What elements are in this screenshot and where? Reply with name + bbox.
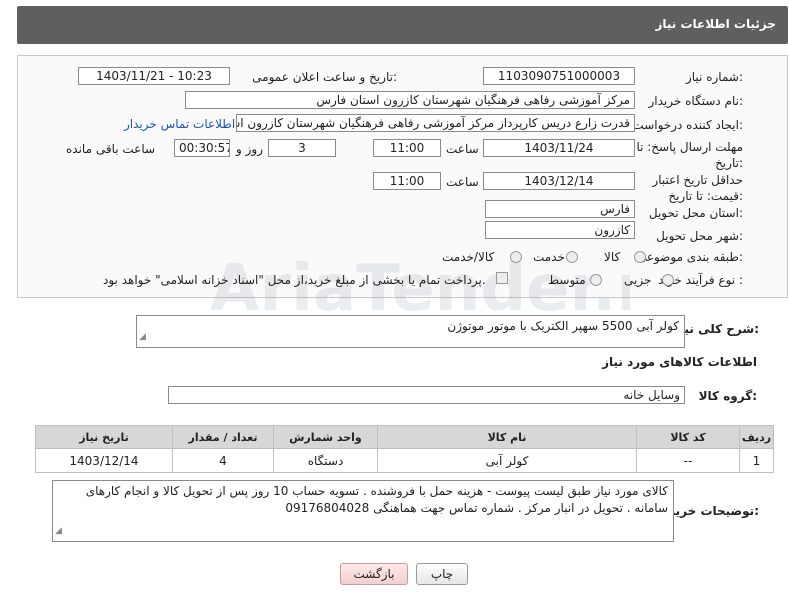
cell-quantity: 4 xyxy=(172,448,274,473)
col-need-date: تاریخ نیاز xyxy=(35,425,173,449)
province-field: فارس xyxy=(485,200,635,218)
cell-row: 1 xyxy=(739,448,774,473)
treasury-payment-note: پرداخت تمام یا بخشی از مبلغ خرید،از محل … xyxy=(103,273,486,287)
reply-time-field: 11:00 xyxy=(373,139,441,157)
goods-group-label: گروه کالا: xyxy=(698,389,757,403)
cell-code: -- xyxy=(636,448,740,473)
requester-field: قدرت زارع دریس کارپرداز مرکز آموزشی رفاه… xyxy=(236,114,635,132)
announce-date-field: 1403/11/21 - 10:23 xyxy=(78,67,230,85)
requester-label: ایجاد کننده درخواست: xyxy=(632,118,743,132)
description-label: شرح کلی نیاز: xyxy=(673,322,759,336)
category-radio-goods-service[interactable] xyxy=(510,251,522,263)
resize-grip-icon[interactable]: ◢ xyxy=(55,523,62,540)
reply-time-label: ساعت xyxy=(446,142,479,156)
process-radio-minor[interactable] xyxy=(662,274,674,286)
cell-unit: دستگاه xyxy=(273,448,378,473)
goods-table: ردیف کد کالا نام کالا واحد شمارش تعداد /… xyxy=(35,425,774,473)
price-validity-label: حداقل تاریخ اعتبار قیمت: تا تاریخ: xyxy=(652,173,743,203)
cell-name: کولر آبی xyxy=(377,448,637,473)
print-button[interactable]: چاپ xyxy=(416,563,468,585)
days-label: روز و xyxy=(236,142,263,156)
buyer-org-label: نام دستگاه خریدار: xyxy=(648,94,744,108)
process-radio-medium[interactable] xyxy=(590,274,602,286)
need-number-label: شماره نیاز: xyxy=(685,70,743,84)
process-option-minor: جزیی xyxy=(624,273,652,287)
need-number-field: 1103090751000003 xyxy=(483,67,635,85)
back-button[interactable]: بازگشت xyxy=(340,563,408,585)
process-option-medium: متوسط xyxy=(548,273,586,287)
col-unit: واحد شمارش xyxy=(273,425,378,449)
category-option-service: خدمت xyxy=(533,250,565,264)
table-row: 1 -- کولر آبی دستگاه 4 1403/12/14 xyxy=(35,448,774,473)
reply-date-field: 1403/11/24 xyxy=(483,139,635,157)
goods-section-title: اطلاعات کالاهای مورد نیاز xyxy=(602,355,757,369)
page-header: جزئیات اطلاعات نیاز xyxy=(17,6,788,44)
city-label: شهر محل تحویل: xyxy=(656,229,743,243)
days-remaining-field: 3 xyxy=(268,139,336,157)
reply-deadline-label: مهلت ارسال پاسخ: تا تاریخ: xyxy=(636,140,743,170)
buyer-notes-text: کالای مورد نیاز طبق لیست پیوست - هزینه ح… xyxy=(85,484,668,515)
col-row: ردیف xyxy=(739,425,774,449)
col-quantity: تعداد / مقدار xyxy=(172,425,274,449)
category-label: طبقه بندی موضوعی: xyxy=(636,250,743,264)
goods-group-field: وسایل خانه xyxy=(168,386,685,404)
price-time-label: ساعت xyxy=(446,175,479,189)
description-text: کولر آبی 5500 سهپر الکتریک با موتور موتو… xyxy=(447,319,679,333)
page-title: جزئیات اطلاعات نیاز xyxy=(655,17,776,31)
remaining-time-field: 00:30:57 xyxy=(174,139,230,157)
category-option-goods: کالا xyxy=(604,250,621,264)
treasury-payment-checkbox[interactable] xyxy=(496,272,508,284)
buyer-org-field: مرکز آموزشی رفاهی فرهنگیان شهرستان کازرو… xyxy=(185,91,635,109)
announce-date-label: تاریخ و ساعت اعلان عمومی: xyxy=(252,70,397,84)
category-option-goods-service: کالا/خدمت xyxy=(442,250,495,264)
col-code: کد کالا xyxy=(636,425,740,449)
cell-need-date: 1403/12/14 xyxy=(35,448,173,473)
price-time-field: 11:00 xyxy=(373,172,441,190)
province-label: استان محل تحویل: xyxy=(648,206,743,220)
category-radio-goods[interactable] xyxy=(634,251,646,263)
buyer-contact-link[interactable]: اطلاعات تماس خریدار xyxy=(124,117,235,131)
description-textarea[interactable]: کولر آبی 5500 سهپر الکتریک با موتور موتو… xyxy=(136,315,685,348)
category-radio-service[interactable] xyxy=(566,251,578,263)
col-name: نام کالا xyxy=(377,425,637,449)
city-field: کازرون xyxy=(485,221,635,239)
resize-grip-icon[interactable]: ◢ xyxy=(139,329,146,346)
goods-table-header: ردیف کد کالا نام کالا واحد شمارش تعداد /… xyxy=(35,425,774,449)
buyer-notes-textarea[interactable]: کالای مورد نیاز طبق لیست پیوست - هزینه ح… xyxy=(52,480,674,542)
price-date-field: 1403/12/14 xyxy=(483,172,635,190)
remaining-time-label: ساعت باقی مانده xyxy=(66,142,156,156)
